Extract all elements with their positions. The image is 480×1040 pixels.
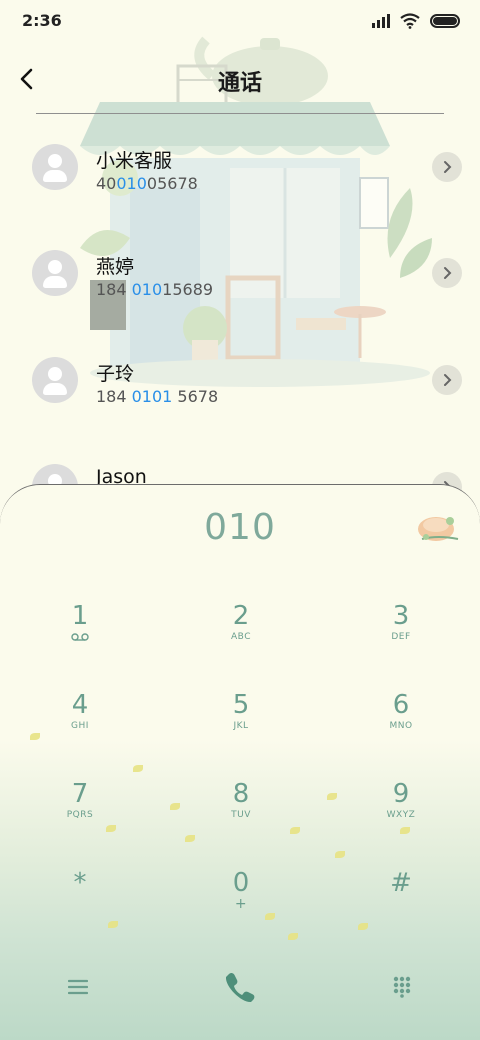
number-prefix: 184 <box>96 280 132 299</box>
dialed-number[interactable]: 010 <box>0 507 480 548</box>
key-star[interactable]: * <box>20 862 140 942</box>
key-1[interactable]: 1 <box>20 595 140 675</box>
contact-row[interactable]: 燕婷 184 01015689 <box>0 220 480 326</box>
header: 通话 <box>0 52 480 108</box>
number-suffix: 15689 <box>162 280 214 299</box>
key-digit: # <box>390 868 412 898</box>
contact-number: 184 0101 5678 <box>96 387 218 406</box>
key-digit: 3 <box>392 601 410 631</box>
key-0[interactable]: 0 + <box>181 862 301 942</box>
key-digit: 9 <box>392 779 410 809</box>
contact-detail-button[interactable] <box>432 258 462 288</box>
dialpad-grid-icon <box>393 976 411 998</box>
voicemail-icon <box>71 633 89 641</box>
key-letters: + <box>234 896 248 912</box>
key-digit: 0 <box>232 868 250 898</box>
avatar <box>32 357 78 403</box>
status-time: 2:36 <box>22 11 62 30</box>
key-hash[interactable]: # <box>341 862 461 942</box>
key-digit: * <box>73 868 87 898</box>
number-match: 010 <box>116 174 147 193</box>
key-4[interactable]: 4 GHI <box>20 684 140 764</box>
avatar <box>32 250 78 296</box>
number-match: 010 <box>131 280 163 299</box>
key-letters: WXYZ <box>386 810 416 820</box>
key-7[interactable]: 7 PQRS <box>20 773 140 853</box>
leaf-decoration <box>327 793 337 800</box>
contact-name: 子玲 <box>96 363 135 385</box>
contact-number: 184 01015689 <box>96 280 213 299</box>
number-prefix: 184 <box>96 387 132 406</box>
key-2[interactable]: 2 ABC <box>181 595 301 675</box>
number-match: 0101 <box>131 387 173 406</box>
key-letters: JKL <box>233 721 249 731</box>
key-digit: 4 <box>71 690 89 720</box>
wifi-icon <box>400 13 420 29</box>
phone-icon <box>225 972 255 1003</box>
contact-detail-button[interactable] <box>432 152 462 182</box>
key-letters: PQRS <box>66 810 94 820</box>
status-bar: 2:36 <box>0 0 480 44</box>
signal-icon <box>372 14 390 28</box>
key-9[interactable]: 9 WXYZ <box>341 773 461 853</box>
contact-row[interactable]: 小米客服 4001005678 <box>0 114 480 220</box>
key-5[interactable]: 5 JKL <box>181 684 301 764</box>
key-8[interactable]: 8 TUV <box>181 773 301 853</box>
chevron-right-icon <box>444 161 452 173</box>
key-letters: GHI <box>71 721 89 731</box>
contact-list: 小米客服 4001005678 燕婷 184 01015689 子玲 184 0… <box>0 114 480 494</box>
avatar <box>32 144 78 190</box>
flowerpot-icon[interactable] <box>414 507 462 547</box>
key-digit: 2 <box>232 601 250 631</box>
key-digit: 8 <box>232 779 250 809</box>
key-digit: 7 <box>71 779 89 809</box>
key-letters: MNO <box>389 721 413 731</box>
number-suffix: 5678 <box>172 387 219 406</box>
key-3[interactable]: 3 DEF <box>341 595 461 675</box>
chevron-right-icon <box>444 374 452 386</box>
contact-name: 燕婷 <box>96 256 135 278</box>
key-letters: DEF <box>391 632 411 642</box>
contact-detail-button[interactable] <box>432 365 462 395</box>
key-digit: 1 <box>71 601 89 631</box>
contact-name: 小米客服 <box>96 150 173 172</box>
leaf-decoration <box>170 803 180 810</box>
key-6[interactable]: 6 MNO <box>341 684 461 764</box>
leaf-decoration <box>133 765 143 772</box>
number-prefix: 40 <box>96 174 117 193</box>
key-letters: ABC <box>231 632 251 642</box>
number-suffix: 05678 <box>146 174 198 193</box>
key-digit: 5 <box>232 690 250 720</box>
call-button[interactable] <box>210 965 270 1009</box>
key-letters: TUV <box>231 810 251 820</box>
battery-icon <box>430 14 460 28</box>
status-icons <box>372 13 460 29</box>
contact-row[interactable]: 子玲 184 0101 5678 <box>0 327 480 433</box>
menu-icon <box>68 979 88 995</box>
dialpad-toggle-button[interactable] <box>372 965 432 1009</box>
page-title: 通话 <box>217 71 262 96</box>
dialpad-sheet: 010 1 2 ABC 3 DEF 4 GHI 5 JKL 6 MNO 7 PQ… <box>0 484 480 1040</box>
chevron-right-icon <box>444 267 452 279</box>
key-digit: 6 <box>392 690 410 720</box>
contact-number: 4001005678 <box>96 174 198 193</box>
menu-button[interactable] <box>48 965 108 1009</box>
